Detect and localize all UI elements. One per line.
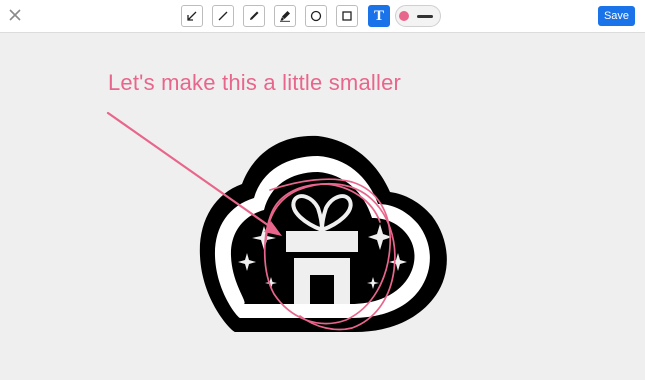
annotation-canvas[interactable]: Let's make this a little smaller (0, 34, 645, 380)
annotation-text[interactable]: Let's make this a little smaller (108, 70, 401, 96)
close-button[interactable] (6, 6, 24, 24)
rectangle-tool-button[interactable] (336, 5, 358, 27)
pen-icon (250, 11, 259, 20)
rectangle-icon (342, 11, 352, 21)
stroke-width-icon (417, 15, 433, 18)
pen-tool-button[interactable] (243, 5, 265, 27)
arrow-icon (187, 11, 197, 21)
circle-icon (310, 10, 322, 22)
save-button[interactable]: Save (598, 6, 635, 26)
close-icon (9, 9, 21, 21)
gift-cloud-logo (199, 135, 447, 332)
arrow-tool-button[interactable] (181, 5, 203, 27)
highlighter-tool-button[interactable] (274, 5, 296, 27)
stroke-color-swatch (399, 11, 409, 21)
annotation-toolbar: T Save (0, 0, 645, 33)
text-tool-button[interactable]: T (368, 5, 390, 27)
text-icon: T (373, 7, 384, 24)
highlighter-icon (280, 11, 290, 22)
line-tool-button[interactable] (212, 5, 234, 27)
circle-tool-button[interactable] (305, 5, 327, 27)
line-icon (218, 11, 228, 21)
stroke-style-picker[interactable] (395, 5, 441, 27)
